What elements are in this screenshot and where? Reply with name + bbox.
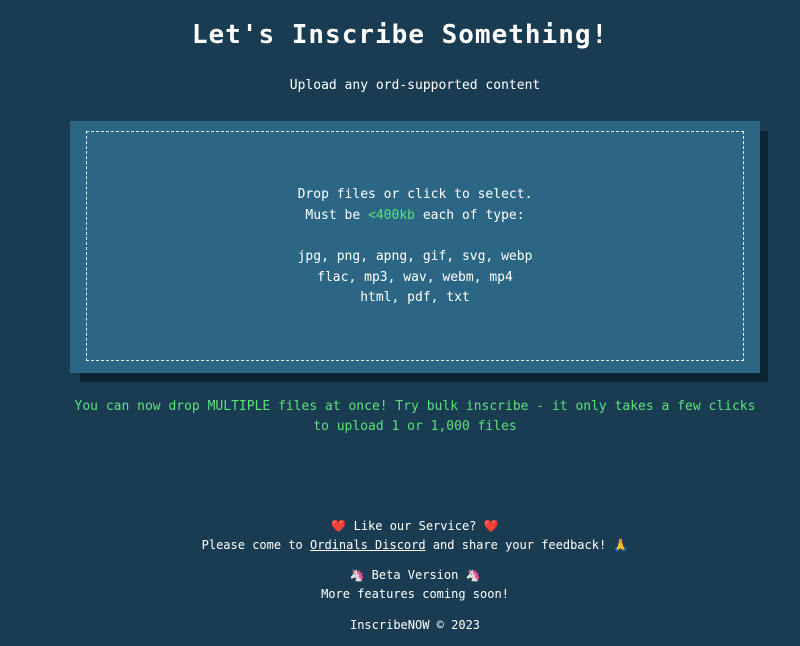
file-dropzone[interactable]: Drop files or click to select. Must be <… (70, 121, 760, 373)
size-suffix: each of type: (415, 208, 525, 223)
bulk-inscribe-note: You can now drop MULTIPLE files at once!… (74, 399, 756, 434)
dropzone-instruction: Drop files or click to select. (297, 187, 533, 202)
feedback-suffix: and share your feedback! 🙏 (425, 538, 629, 552)
size-limit: <400kb (368, 208, 415, 223)
page-subtitle: Upload any ord-supported content (289, 78, 541, 93)
footer-like-service: ❤️ Like our Service? ❤️ (331, 519, 499, 533)
footer-copyright: InscribeNOW © 2023 (349, 618, 481, 632)
size-prefix: Must be (305, 208, 369, 223)
feedback-prefix: Please come to (201, 538, 310, 552)
supported-types-list: jpg, png, apng, gif, svg, webp flac, mp3… (70, 247, 760, 309)
types-line-documents: html, pdf, txt (360, 290, 470, 305)
page-title: Let's Inscribe Something! (191, 20, 609, 50)
dropzone-dashed-border (86, 131, 744, 361)
footer-more-features: More features coming soon! (321, 587, 509, 601)
types-line-images: jpg, png, apng, gif, svg, webp (297, 249, 533, 264)
types-line-media: flac, mp3, wav, webm, mp4 (317, 269, 513, 285)
ordinals-discord-link[interactable]: Ordinals Discord (310, 538, 426, 552)
dropzone-size-requirement: Must be <400kb each of type: (70, 206, 760, 227)
footer-feedback-line: Please come to Ordinals Discord and shar… (0, 536, 800, 555)
footer-beta-version: 🦄 Beta Version 🦄 (349, 568, 481, 582)
